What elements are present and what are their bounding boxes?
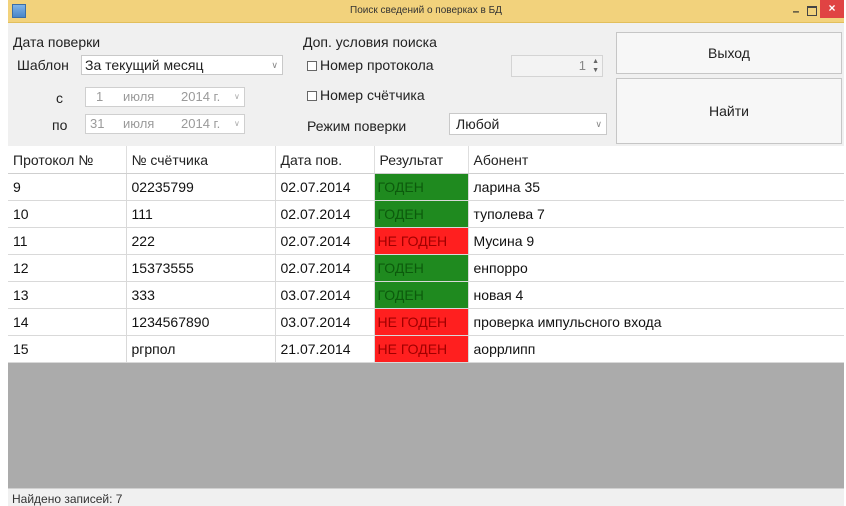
from-year: 2014 г.	[181, 89, 221, 104]
protocol-checkbox[interactable]	[307, 61, 317, 71]
meter-cell[interactable]: 02235799	[126, 173, 276, 201]
exit-button[interactable]: Выход	[616, 32, 842, 74]
result-cell[interactable]: НЕ ГОДЕН	[374, 335, 469, 363]
date-group-label: Дата поверки	[13, 34, 101, 50]
meter-cell[interactable]: ргрпол	[126, 335, 276, 363]
result-cell[interactable]: ГОДЕН	[374, 200, 469, 228]
subscriber-cell[interactable]: ларина 35	[468, 173, 844, 201]
date-cell[interactable]: 02.07.2014	[275, 227, 375, 255]
result-cell[interactable]: ГОДЕН	[374, 254, 469, 282]
table-row[interactable]: 11 222 02.07.2014 НЕ ГОДЕН Мусина 9	[8, 227, 844, 255]
to-day: 31	[90, 116, 105, 131]
subscriber-cell[interactable]: проверка импульсного входа	[468, 308, 844, 336]
template-label: Шаблон	[17, 57, 69, 73]
column-header[interactable]: Абонент	[468, 146, 844, 174]
subscriber-cell[interactable]: енпорро	[468, 254, 844, 282]
result-cell[interactable]: НЕ ГОДЕН	[374, 308, 469, 336]
to-month: июля	[123, 116, 155, 131]
subscriber-cell[interactable]: аоррлипп	[468, 335, 844, 363]
to-year: 2014 г.	[181, 116, 221, 131]
protocol-cell[interactable]: 13	[8, 281, 127, 309]
mode-select[interactable]: Любой ∨	[449, 113, 607, 135]
result-cell[interactable]: ГОДЕН	[374, 173, 469, 201]
date-cell[interactable]: 21.07.2014	[275, 335, 375, 363]
meter-cell[interactable]: 15373555	[126, 254, 276, 282]
maximize-icon	[807, 5, 817, 16]
results-table: Протокол № № счётчика Дата пов. Результат Аб…	[8, 146, 844, 363]
date-cell[interactable]: 02.07.2014	[275, 200, 375, 228]
protocol-number-value: 1	[578, 58, 586, 73]
mode-label: Режим поверки	[307, 118, 407, 134]
status-bar: Найдено записей: 7	[8, 488, 844, 506]
date-cell[interactable]: 02.07.2014	[275, 173, 375, 201]
mode-select-value: Любой	[456, 116, 500, 132]
table-row[interactable]: 13 333 03.07.2014 ГОДЕН новая 4	[8, 281, 844, 309]
protocol-cell[interactable]: 12	[8, 254, 127, 282]
from-month: июля	[123, 89, 155, 104]
protocol-check-label[interactable]: Номер протокола	[320, 57, 434, 73]
results-grid[interactable]: Протокол № № счётчика Дата пов. Результат Аб…	[8, 146, 844, 488]
subscriber-cell[interactable]: Мусина 9	[468, 227, 844, 255]
table-row[interactable]: 9 02235799 02.07.2014 ГОДЕН ларина 35	[8, 173, 844, 201]
protocol-cell[interactable]: 15	[8, 335, 127, 363]
result-cell[interactable]: НЕ ГОДЕН	[374, 227, 469, 255]
from-day: 1	[96, 89, 104, 104]
extra-group-label: Доп. условия поиска	[303, 34, 437, 50]
column-header[interactable]: Результат	[374, 146, 469, 174]
result-cell[interactable]: ГОДЕН	[374, 281, 469, 309]
subscriber-cell[interactable]: новая 4	[468, 281, 844, 309]
main-window: Поиск сведений о поверках в БД – × Дата …	[8, 0, 844, 506]
from-date-picker[interactable]: 1 июля 2014 г. ∨	[85, 87, 245, 107]
date-cell[interactable]: 03.07.2014	[275, 308, 375, 336]
find-button[interactable]: Найти	[616, 78, 842, 144]
meter-cell[interactable]: 111	[126, 200, 276, 228]
template-select-value: За текущий месяц	[85, 57, 204, 73]
to-label: по	[52, 117, 68, 133]
meter-cell[interactable]: 1234567890	[126, 308, 276, 336]
close-button[interactable]: ×	[820, 0, 844, 18]
chevron-down-icon: ∨	[595, 119, 602, 129]
table-row[interactable]: 10 111 02.07.2014 ГОДЕН туполева 7	[8, 200, 844, 228]
title-bar[interactable]: Поиск сведений о поверках в БД – ×	[8, 0, 844, 23]
subscriber-cell[interactable]: туполева 7	[468, 200, 844, 228]
template-select[interactable]: За текущий месяц ∨	[81, 55, 283, 75]
maximize-button[interactable]	[804, 2, 820, 20]
spin-arrows-icon[interactable]: ▲ ▼	[592, 57, 599, 75]
chevron-down-icon: ∨	[234, 92, 240, 101]
date-cell[interactable]: 03.07.2014	[275, 281, 375, 309]
meter-check-label[interactable]: Номер счётчика	[320, 87, 425, 103]
column-header[interactable]: Протокол №	[8, 146, 127, 174]
from-label: с	[56, 90, 63, 106]
protocol-cell[interactable]: 14	[8, 308, 127, 336]
to-date-picker[interactable]: 31 июля 2014 г. ∨	[85, 114, 245, 134]
protocol-cell[interactable]: 10	[8, 200, 127, 228]
meter-cell[interactable]: 222	[126, 227, 276, 255]
meter-checkbox[interactable]	[307, 91, 317, 101]
table-row[interactable]: 15 ргрпол 21.07.2014 НЕ ГОДЕН аоррлипп	[8, 335, 844, 363]
window-title: Поиск сведений о поверках в БД	[350, 5, 502, 16]
date-cell[interactable]: 02.07.2014	[275, 254, 375, 282]
table-header-row: Протокол № № счётчика Дата пов. Результат Аб…	[8, 146, 844, 174]
protocol-cell[interactable]: 11	[8, 227, 127, 255]
column-header[interactable]: Дата пов.	[275, 146, 375, 174]
meter-cell[interactable]: 333	[126, 281, 276, 309]
column-header[interactable]: № счётчика	[126, 146, 276, 174]
protocol-number-stepper[interactable]: 1 ▲ ▼	[511, 55, 603, 77]
status-text: Найдено записей: 7	[12, 492, 123, 506]
table-row[interactable]: 12 15373555 02.07.2014 ГОДЕН енпорро	[8, 254, 844, 282]
chevron-down-icon: ∨	[234, 119, 240, 128]
protocol-cell[interactable]: 9	[8, 173, 127, 201]
chevron-down-icon: ∨	[271, 60, 278, 70]
minimize-button[interactable]: –	[788, 2, 804, 20]
table-row[interactable]: 14 1234567890 03.07.2014 НЕ ГОДЕН проверка и…	[8, 308, 844, 336]
